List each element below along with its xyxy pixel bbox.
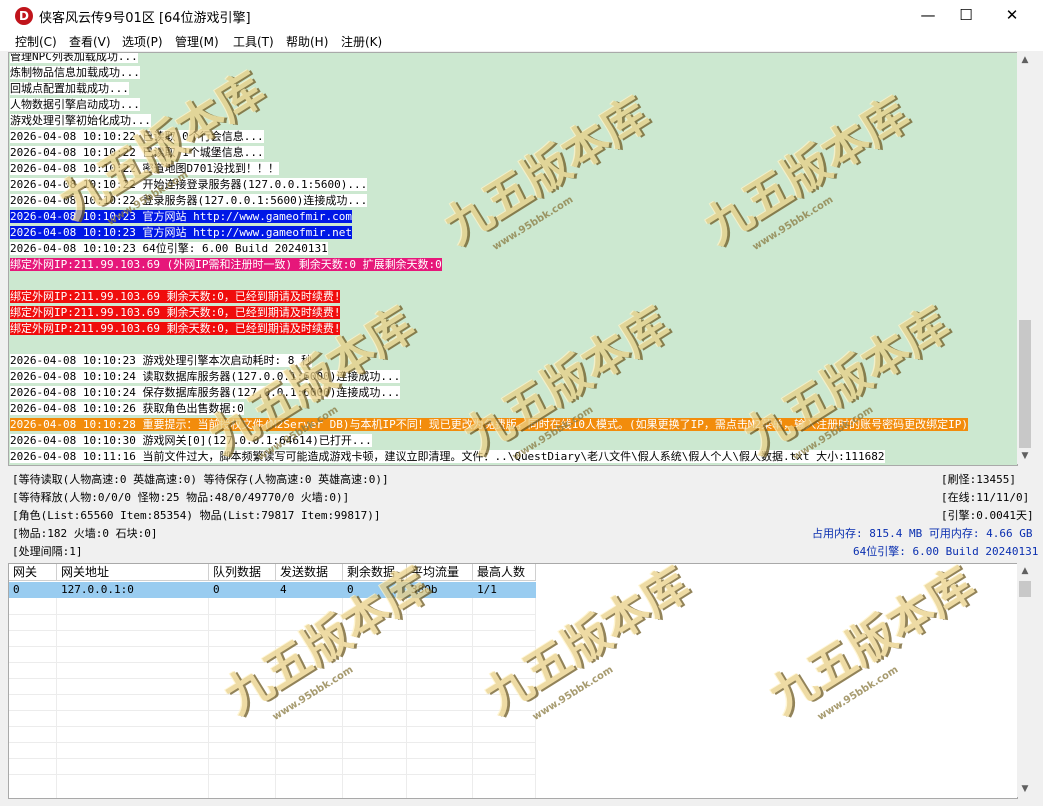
cell-address: 127.0.0.1:0 <box>61 583 134 596</box>
grid-line <box>535 598 536 798</box>
menu-bar: 控制(C) 查看(V) 选项(P) 管理(M) 工具(T) 帮助(H) 注册(K… <box>0 31 1043 51</box>
log-line: 2026-04-08 10:10:24 读取数据库服务器(127.0.0.1:6… <box>10 370 401 383</box>
scroll-up-icon[interactable]: ▲ <box>1017 52 1033 68</box>
status-wait-release: [等待释放(人物:0/0/0 怪物:25 物品:48/0/49770/0 火墙:… <box>12 491 350 504</box>
grid-line <box>9 678 536 679</box>
status-version: 64位引擎: 6.00 Build 20240131 <box>853 545 1039 558</box>
scroll-down-icon[interactable]: ▼ <box>1017 448 1033 464</box>
col-gateway[interactable]: 网关 <box>9 564 57 581</box>
menu-view[interactable]: 查看(V) <box>69 33 111 50</box>
cell-max-users: 1/1 <box>477 583 497 596</box>
log-line: 人物数据引擎启动成功... <box>10 98 140 111</box>
log-line: 管理NPC列表加载成功... <box>10 52 138 63</box>
log-line: 2026-04-08 10:11:16 当前文件过大，脚本频繁读写可能造成游戏卡… <box>10 450 885 463</box>
table-scroll-thumb[interactable] <box>1019 581 1031 597</box>
grid-line <box>9 662 536 663</box>
status-online: [在线:11/11/0] <box>941 491 1030 504</box>
table-scrollbar[interactable]: ▲ ▼ <box>1017 563 1033 797</box>
log-line: 2026-04-08 10:10:24 保存数据库服务器(127.0.0.1:6… <box>10 386 401 399</box>
scroll-down-icon[interactable]: ▼ <box>1017 781 1033 797</box>
cell-send: 4 <box>280 583 287 596</box>
table-row[interactable]: 0 127.0.0.1:0 0 4 0 380b 1/1 <box>9 582 536 598</box>
log-line: 炼制物品信息加载成功... <box>10 66 140 79</box>
grid-line <box>9 694 536 695</box>
col-queue-data[interactable]: 队列数据 <box>209 564 276 581</box>
cell-gateway: 0 <box>13 583 20 596</box>
log-panel[interactable]: 管理NPC列表加载成功... 炼制物品信息加载成功... 回城点配置加载成功..… <box>8 52 1018 466</box>
grid-line <box>9 742 536 743</box>
grid-line <box>9 774 536 775</box>
menu-register[interactable]: 注册(K) <box>341 33 382 50</box>
menu-control[interactable]: 控制(C) <box>15 33 57 50</box>
grid-line <box>208 598 209 798</box>
grid-line <box>9 726 536 727</box>
log-line: 绑定外网IP:211.99.103.69 剩余天数:0，已经到期请及时续费! <box>10 306 341 319</box>
grid-line <box>342 598 343 798</box>
menu-help[interactable]: 帮助(H) <box>286 33 328 50</box>
log-line: 2026-04-08 10:10:22 开始连接登录服务器(127.0.0.1:… <box>10 178 368 191</box>
col-gateway-address[interactable]: 网关地址 <box>57 564 209 581</box>
grid-line <box>56 598 57 798</box>
maximize-button[interactable]: ☐ <box>943 0 989 31</box>
log-line: 2026-04-08 10:10:22 密道地图D701没找到！！！ <box>10 162 279 175</box>
status-engine-days: [引擎:0.0041天] <box>941 509 1034 522</box>
log-line: 2026-04-08 10:10:23 官方网站 http://www.game… <box>10 210 353 223</box>
menu-options[interactable]: 选项(P) <box>122 33 163 50</box>
log-line: 绑定外网IP:211.99.103.69 (外网IP需和注册时一致) 剩余天数:… <box>10 258 442 271</box>
log-scroll-thumb[interactable] <box>1019 320 1031 448</box>
col-max-users[interactable]: 最高人数 <box>473 564 536 581</box>
log-line: 2026-04-08 10:10:23 官方网站 http://www.game… <box>10 226 353 239</box>
log-line: 2026-04-08 10:10:23 游戏处理引擎本次启动耗时: 8 秒 <box>10 354 312 367</box>
scroll-up-icon[interactable]: ▲ <box>1017 563 1033 579</box>
log-line: 绑定外网IP:211.99.103.69 剩余天数:0，已经到期请及时续费! <box>10 290 341 303</box>
title-bar: D 侠客风云传9号01区 [64位游戏引擎] — ☐ ✕ <box>0 0 1043 31</box>
menu-manage[interactable]: 管理(M) <box>175 33 219 50</box>
log-line: 2026-04-08 10:10:26 获取角色出售数据:0 <box>10 402 244 415</box>
grid-line <box>9 710 536 711</box>
window-title: 侠客风云传9号01区 [64位游戏引擎] <box>39 11 251 26</box>
grid-line <box>472 598 473 798</box>
log-line: 回城点配置加载成功... <box>10 82 129 95</box>
grid-line <box>9 614 536 615</box>
grid-line <box>406 598 407 798</box>
cell-queue: 0 <box>213 583 220 596</box>
grid-line <box>275 598 276 798</box>
log-line: 2026-04-08 10:10:22 已读取 0个行会信息... <box>10 130 264 143</box>
col-send-data[interactable]: 发送数据 <box>276 564 343 581</box>
log-line: 游戏处理引擎初始化成功... <box>10 114 151 127</box>
log-line: 2026-04-08 10:10:28 重要提示：当前授权文件(M2Server… <box>10 418 969 431</box>
close-button[interactable]: ✕ <box>989 0 1035 31</box>
grid-line <box>9 758 536 759</box>
grid-line <box>9 646 536 647</box>
log-scrollbar[interactable]: ▲ ▼ <box>1017 52 1033 464</box>
status-memory: 占用内存: 815.4 MB 可用内存: 4.66 GB <box>812 527 1033 540</box>
cell-traffic: 380b <box>411 583 438 596</box>
status-wait-io: [等待读取(人物高速:0 英雄高速:0) 等待保存(人物高速:0 英雄高速:0)… <box>12 473 389 486</box>
log-line: 绑定外网IP:211.99.103.69 剩余天数:0，已经到期请及时续费! <box>10 322 341 335</box>
menu-tools[interactable]: 工具(T) <box>233 33 274 50</box>
log-line: 2026-04-08 10:10:30 游戏网关[0](127.0.0.1:64… <box>10 434 372 447</box>
log-line: 2026-04-08 10:10:22 登录服务器(127.0.0.1:5600… <box>10 194 368 207</box>
cell-remaining: 0 <box>347 583 354 596</box>
col-average-traffic[interactable]: 平均流量 <box>407 564 473 581</box>
app-icon: D <box>15 7 33 25</box>
status-refresh-monsters: [刷怪:13455] <box>941 473 1016 486</box>
grid-line <box>9 630 536 631</box>
log-line: 2026-04-08 10:10:22 已读取 1个城堡信息... <box>10 146 264 159</box>
status-roles: [角色(List:65560 Item:85354) 物品(List:79817… <box>12 509 381 522</box>
status-interval: [处理间隔:1] <box>12 545 83 558</box>
col-remaining-data[interactable]: 剩余数据 <box>343 564 407 581</box>
log-line: 2026-04-08 10:10:23 64位引擎: 6.00 Build 20… <box>10 242 328 255</box>
status-items: [物品:182 火墙:0 石块:0] <box>12 527 158 540</box>
gateway-table[interactable]: 网关 网关地址 队列数据 发送数据 剩余数据 平均流量 最高人数 0 127.0… <box>8 563 1018 799</box>
